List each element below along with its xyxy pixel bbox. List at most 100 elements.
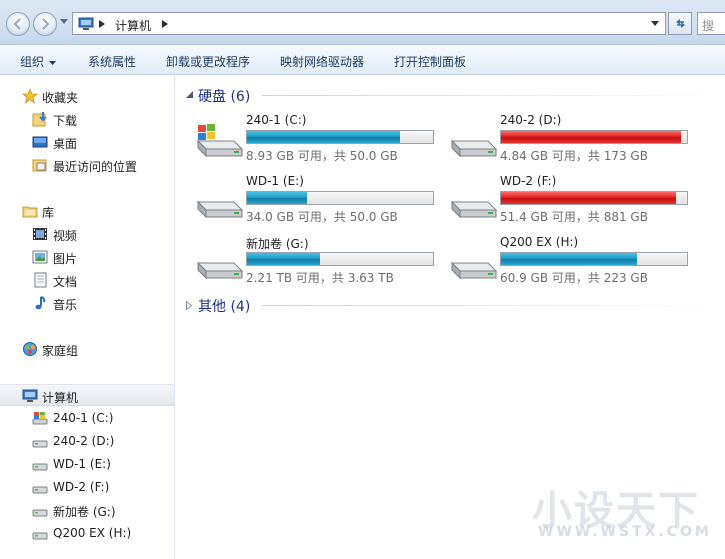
video-icon: [33, 228, 47, 240]
nav-recent-places[interactable]: 最近访问的位置: [0, 154, 174, 176]
drive-usage-bar: [246, 191, 434, 205]
nav-favorites[interactable]: 收藏夹: [0, 85, 174, 107]
nav-computer[interactable]: 计算机: [0, 384, 174, 406]
hard-drive-icon: [32, 440, 48, 448]
nav-favorites-label: 收藏夹: [42, 91, 79, 105]
hard-drive-icon: [450, 139, 498, 158]
nav-drive-d[interactable]: 240-2 (D:): [0, 430, 174, 452]
breadcrumb-arrow-icon[interactable]: [162, 20, 168, 28]
address-toolbar: 计算机 搜: [0, 0, 725, 44]
nav-drive-g[interactable]: 新加卷 (G:): [0, 499, 174, 521]
nav-music[interactable]: 音乐: [0, 292, 174, 314]
nav-drive-label: 新加卷 (G:): [53, 505, 116, 519]
group-divider: [262, 95, 722, 96]
group-title: 硬盘 (6): [198, 89, 251, 105]
drive-name: WD-2 (F:): [500, 174, 557, 188]
address-field[interactable]: 计算机: [72, 12, 666, 35]
drive-usage-fill: [247, 253, 320, 265]
drive-free-space: 60.9 GB 可用，共 223 GB: [500, 271, 648, 285]
refresh-button[interactable]: [668, 12, 692, 35]
nav-videos-label: 视频: [53, 229, 78, 243]
nav-drive-h[interactable]: Q200 EX (H:): [0, 522, 174, 544]
nav-desktop-label: 桌面: [53, 137, 78, 151]
nav-computer-label: 计算机: [42, 391, 79, 405]
map-network-drive-button[interactable]: 映射网络驱动器: [280, 53, 364, 70]
computer-icon: [78, 17, 94, 30]
organize-button[interactable]: 组织: [20, 53, 57, 70]
system-drive-icon: [196, 124, 244, 158]
drive-tile[interactable]: 240-1 (C:) 8.93 GB 可用，共 50.0 GB: [194, 113, 444, 169]
nav-drive-label: WD-1 (E:): [53, 457, 111, 471]
hard-drive-icon: [32, 509, 48, 517]
computer-icon: [22, 389, 38, 402]
drive-name: WD-1 (E:): [246, 174, 304, 188]
history-dropdown-icon[interactable]: [60, 19, 68, 25]
organize-label: 组织: [20, 55, 45, 69]
hard-drive-icon: [196, 200, 244, 219]
command-bar: 组织 系统属性 卸载或更改程序 映射网络驱动器 打开控制面板: [0, 44, 725, 75]
uninstall-program-button[interactable]: 卸载或更改程序: [166, 53, 250, 70]
refresh-icon: [676, 19, 685, 28]
back-button[interactable]: [6, 12, 30, 36]
drive-free-space: 2.21 TB 可用，共 3.63 TB: [246, 271, 394, 285]
drive-usage-fill: [501, 192, 676, 204]
forward-button[interactable]: [33, 12, 57, 36]
nav-desktop[interactable]: 桌面: [0, 131, 174, 153]
downloads-folder-icon: [32, 112, 47, 127]
nav-pictures-label: 图片: [53, 252, 78, 266]
documents-icon: [34, 272, 47, 288]
star-icon: [22, 88, 38, 104]
drive-tile[interactable]: WD-1 (E:) 34.0 GB 可用，共 50.0 GB: [194, 174, 444, 230]
open-control-panel-button[interactable]: 打开控制面板: [394, 53, 466, 70]
group-title: 其他 (4): [198, 299, 251, 315]
expand-arrow-icon[interactable]: [186, 301, 192, 310]
desktop-icon: [32, 136, 48, 148]
search-input[interactable]: 搜: [697, 12, 725, 35]
hard-drive-icon: [32, 486, 48, 494]
hard-drive-icon: [196, 261, 244, 280]
nav-documents[interactable]: 文档: [0, 269, 174, 291]
drive-usage-fill: [247, 131, 400, 143]
collapse-arrow-icon[interactable]: [186, 91, 193, 98]
hard-drive-icon: [32, 463, 48, 471]
drive-tile[interactable]: Q200 EX (H:) 60.9 GB 可用，共 223 GB: [448, 235, 698, 291]
nav-homegroup[interactable]: 家庭组: [0, 338, 174, 360]
system-drive-icon: [32, 412, 48, 425]
nav-documents-label: 文档: [53, 275, 78, 289]
nav-libraries[interactable]: 库: [0, 200, 174, 222]
address-dropdown-icon[interactable]: [651, 21, 659, 27]
drive-usage-fill: [501, 253, 637, 265]
drive-free-space: 34.0 GB 可用，共 50.0 GB: [246, 210, 398, 224]
forward-arrow-icon: [42, 18, 50, 30]
nav-recent-label: 最近访问的位置: [53, 160, 138, 174]
hard-drive-icon: [450, 200, 498, 219]
drive-tile[interactable]: WD-2 (F:) 51.4 GB 可用，共 881 GB: [448, 174, 698, 230]
nav-libraries-label: 库: [42, 206, 55, 220]
nav-drive-c[interactable]: 240-1 (C:): [0, 407, 174, 429]
nav-drive-e[interactable]: WD-1 (E:): [0, 453, 174, 475]
pictures-icon: [32, 250, 48, 264]
nav-pictures[interactable]: 图片: [0, 246, 174, 268]
drive-free-space: 8.93 GB 可用，共 50.0 GB: [246, 149, 398, 163]
breadcrumb-arrow-icon[interactable]: [99, 20, 105, 28]
nav-drive-label: 240-1 (C:): [53, 411, 114, 425]
homegroup-icon: [23, 342, 37, 356]
drive-tile[interactable]: 240-2 (D:) 4.84 GB 可用，共 173 GB: [448, 113, 698, 169]
drive-name: 240-1 (C:): [246, 113, 307, 127]
nav-drive-f[interactable]: WD-2 (F:): [0, 476, 174, 498]
drive-tile[interactable]: 新加卷 (G:) 2.21 TB 可用，共 3.63 TB: [194, 235, 444, 291]
hard-drive-icon: [32, 532, 48, 540]
nav-downloads[interactable]: 下载: [0, 108, 174, 130]
group-divider: [262, 305, 722, 306]
drive-name: 240-2 (D:): [500, 113, 562, 127]
system-properties-button[interactable]: 系统属性: [88, 53, 136, 70]
nav-drive-label: WD-2 (F:): [53, 480, 110, 494]
search-placeholder: 搜: [702, 19, 715, 33]
nav-videos[interactable]: 视频: [0, 223, 174, 245]
drive-usage-fill: [247, 192, 307, 204]
drive-name: 新加卷 (G:): [246, 237, 309, 251]
chevron-down-icon: [49, 60, 57, 65]
drive-usage-bar: [246, 130, 434, 144]
breadcrumb-computer[interactable]: 计算机: [115, 17, 151, 34]
recent-places-icon: [32, 159, 47, 172]
